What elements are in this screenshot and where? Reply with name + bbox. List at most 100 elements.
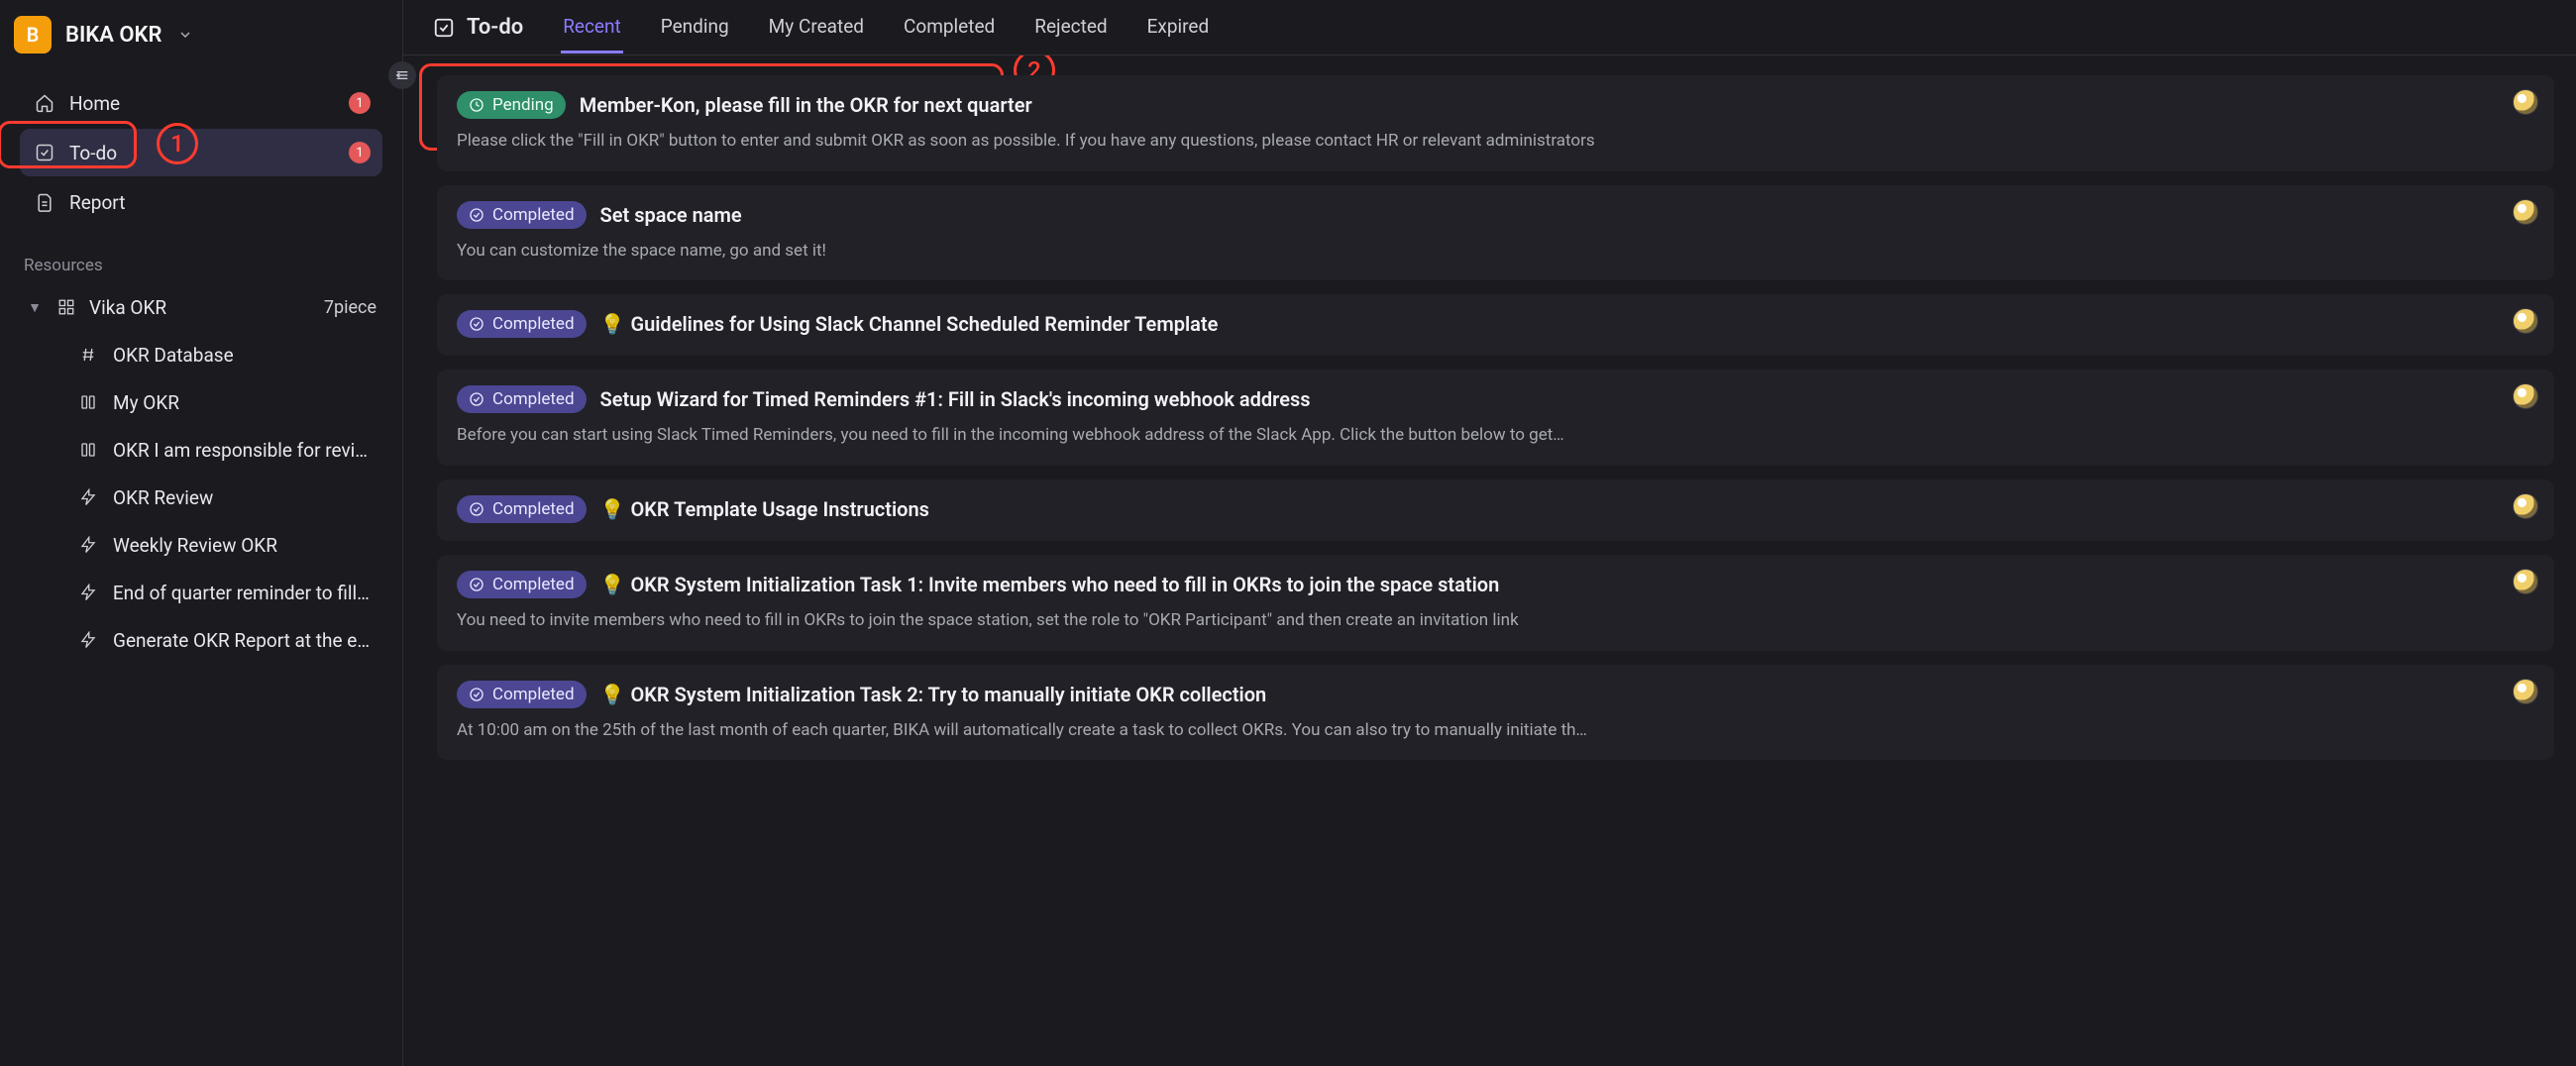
nav-todo-badge: 1 [349, 142, 371, 163]
tab-recent[interactable]: Recent [561, 1, 623, 53]
check-circle-icon [469, 207, 484, 223]
assignee-avatar[interactable] [2513, 679, 2538, 704]
tabbar: To-do Recent Pending My Created Completed Re… [403, 0, 2576, 55]
task-card[interactable]: Completed 💡OKR System Initialization Task… [437, 555, 2554, 651]
task-card[interactable]: Completed Set space name You can customize… [437, 185, 2554, 281]
status-badge: Completed [457, 385, 587, 413]
task-description: You need to invite members who need to f… [457, 608, 2534, 633]
task-title: Set space name [600, 203, 742, 227]
task-card[interactable]: Completed Setup Wizard for Timed Reminder… [437, 370, 2554, 466]
columns-icon [77, 393, 99, 411]
assignee-avatar[interactable] [2513, 569, 2538, 594]
tab-completed[interactable]: Completed [902, 1, 997, 53]
bolt-icon [77, 488, 99, 506]
resources-label: Resources [0, 238, 402, 283]
task-title: Setup Wizard for Timed Reminders #1: Fil… [600, 387, 1311, 411]
tree-item-label: My OKR [113, 391, 179, 414]
tree-item-label: End of quarter reminder to fill … [113, 582, 373, 604]
columns-icon [77, 441, 99, 459]
tree-item[interactable]: End of quarter reminder to fill … [20, 569, 382, 616]
assignee-avatar[interactable] [2513, 199, 2538, 225]
status-badge: Completed [457, 310, 587, 338]
bolt-icon [77, 631, 99, 649]
task-card[interactable]: PendingMember-Kon, please fill in the OK… [437, 75, 2554, 171]
task-title: 💡OKR System Initialization Task 1: Invit… [600, 573, 1500, 596]
nav-todo[interactable]: To-do 1 [20, 129, 382, 176]
check-circle-icon [469, 316, 484, 332]
check-circle-icon [469, 391, 484, 407]
hash-icon [77, 346, 99, 364]
tree-root-count: 7piece [324, 297, 376, 318]
assignee-avatar[interactable] [2513, 383, 2538, 409]
status-badge: Pending [457, 91, 566, 119]
tab-expired[interactable]: Expired [1145, 1, 1212, 53]
collapse-icon[interactable]: ▼ [26, 299, 44, 316]
task-card[interactable]: Completed 💡OKR System Initialization Task… [437, 665, 2554, 761]
collapse-sidebar-button[interactable] [388, 61, 416, 89]
tree-item[interactable]: OKR I am responsible for revi… [20, 426, 382, 474]
task-description: Before you can start using Slack Timed R… [457, 423, 2534, 448]
tree-item[interactable]: OKR Database [20, 331, 382, 378]
task-title: 💡OKR System Initialization Task 2: Try t… [600, 683, 1267, 706]
lightbulb-icon: 💡 [600, 683, 625, 706]
task-card[interactable]: Completed 💡Guidelines for Using Slack Cha… [437, 294, 2554, 356]
sidebar: B BIKA OKR Home 1 To-do 1 [0, 0, 403, 1066]
task-description: At 10:00 am on the 25th of the last mont… [457, 718, 2534, 743]
tab-my-created[interactable]: My Created [767, 1, 866, 53]
tab-pending[interactable]: Pending [659, 1, 731, 53]
check-circle-icon [469, 577, 484, 592]
bolt-icon [77, 584, 99, 601]
task-description: Please click the "Fill in OKR" button to… [457, 129, 2534, 154]
tree-item-label: OKR I am responsible for revi… [113, 439, 368, 462]
nav-home-label: Home [69, 92, 120, 115]
checkbox-icon [433, 17, 455, 39]
task-list: 2 PendingMember-Kon, please fill in the … [403, 55, 2576, 1066]
tree-item-label: Weekly Review OKR [113, 534, 277, 557]
bolt-icon [77, 536, 99, 554]
tree-item[interactable]: My OKR [20, 378, 382, 426]
resource-tree: ▼ Vika OKR 7piece OKR Database My OKR OKR … [0, 283, 402, 664]
primary-nav: Home 1 To-do 1 Report 1 [0, 71, 402, 238]
tab-rejected[interactable]: Rejected [1032, 1, 1109, 53]
workspace-title: BIKA OKR [65, 23, 161, 48]
nav-report[interactable]: Report [20, 178, 382, 226]
tree-item-label: OKR Review [113, 486, 213, 509]
lightbulb-icon: 💡 [600, 573, 625, 596]
assignee-avatar[interactable] [2513, 308, 2538, 334]
nav-todo-label: To-do [69, 142, 117, 164]
lightbulb-icon: 💡 [600, 312, 625, 336]
workspace-switcher[interactable]: B BIKA OKR [0, 6, 402, 71]
task-title: 💡OKR Template Usage Instructions [600, 497, 929, 521]
status-badge: Completed [457, 495, 587, 523]
check-circle-icon [469, 501, 484, 517]
task-description: You can customize the space name, go and… [457, 239, 2534, 264]
tree-item-label: Generate OKR Report at the e… [113, 629, 370, 652]
tree-root-vika-okr[interactable]: ▼ Vika OKR 7piece [20, 283, 382, 331]
status-badge: Completed [457, 201, 587, 229]
tree-item[interactable]: Generate OKR Report at the e… [20, 616, 382, 664]
main-panel: To-do Recent Pending My Created Completed Re… [403, 0, 2576, 1066]
assignee-avatar[interactable] [2513, 89, 2538, 115]
check-circle-icon [469, 687, 484, 702]
chevron-down-icon [177, 27, 193, 43]
status-badge: Completed [457, 571, 587, 598]
tree-item[interactable]: OKR Review [20, 474, 382, 521]
grid-icon [55, 298, 77, 316]
lightbulb-icon: 💡 [600, 497, 625, 521]
tree-item[interactable]: Weekly Review OKR [20, 521, 382, 569]
workspace-logo: B [14, 16, 52, 53]
assignee-avatar[interactable] [2513, 493, 2538, 519]
tree-item-label: OKR Database [113, 344, 234, 367]
tree-root-label: Vika OKR [89, 296, 312, 319]
home-icon [34, 92, 55, 114]
task-card[interactable]: Completed 💡OKR Template Usage Instruction… [437, 480, 2554, 541]
document-icon [34, 191, 55, 213]
nav-home[interactable]: Home 1 [20, 79, 382, 127]
status-badge: Completed [457, 681, 587, 708]
nav-report-label: Report [69, 191, 125, 214]
page-title: To-do [433, 15, 523, 40]
page-title-text: To-do [467, 15, 523, 40]
task-title: 💡Guidelines for Using Slack Channel Sche… [600, 312, 1219, 336]
nav-home-badge: 1 [349, 92, 371, 114]
checkbox-icon [34, 142, 55, 163]
